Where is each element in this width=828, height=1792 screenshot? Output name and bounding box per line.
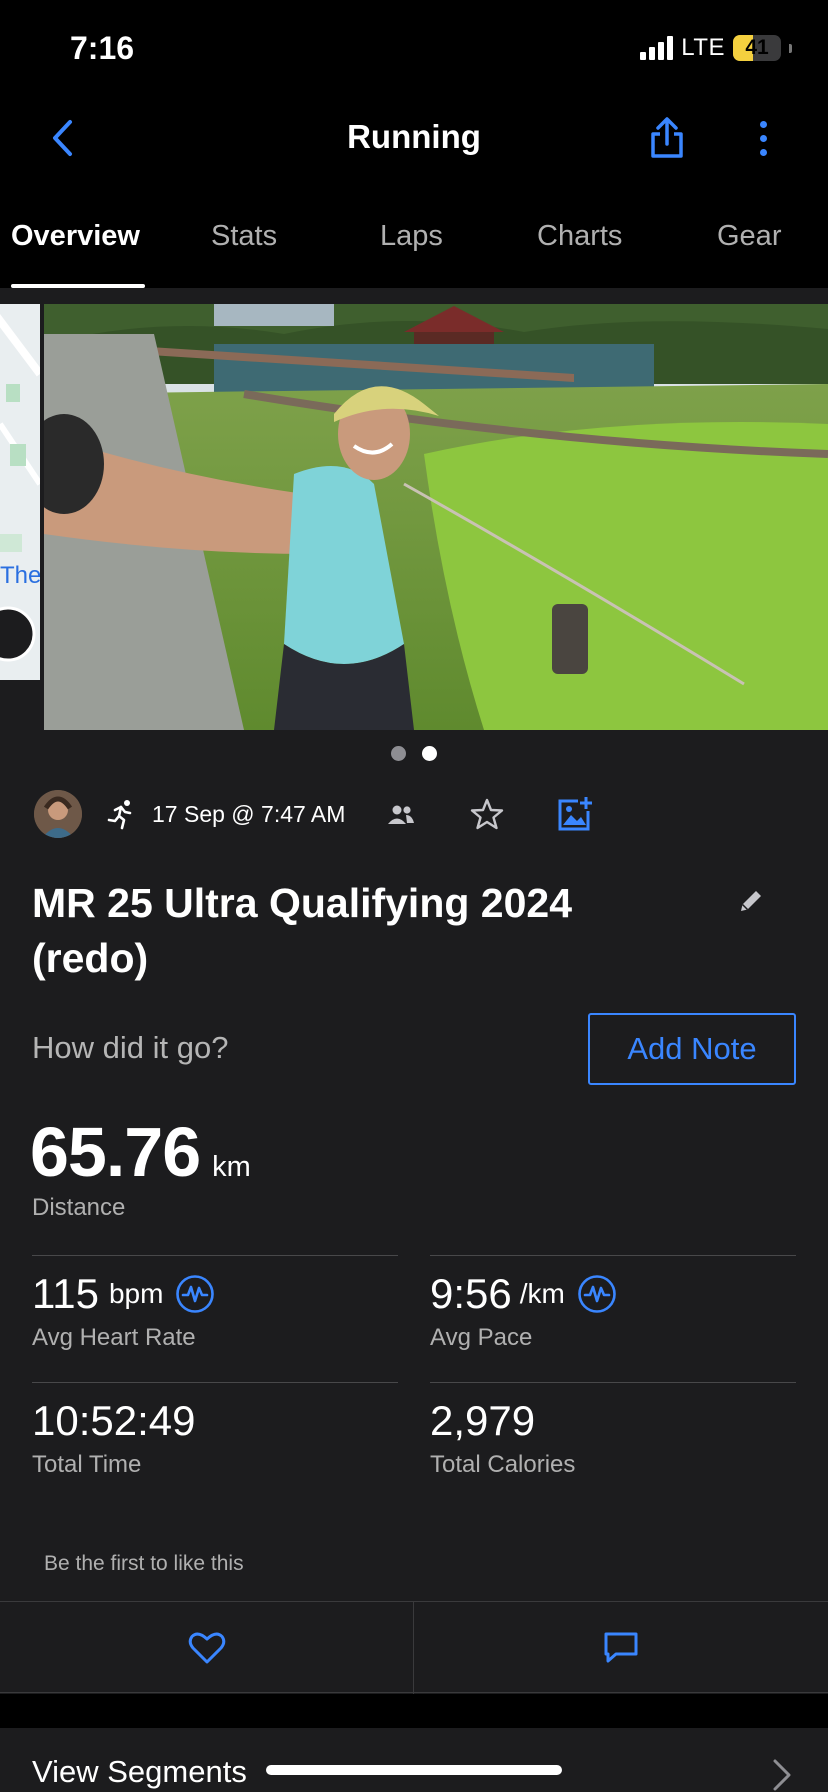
social-action-bar	[0, 1601, 828, 1694]
like-button[interactable]	[0, 1602, 413, 1694]
carousel-page-indicator	[0, 746, 828, 761]
view-segments-label: View Segments	[32, 1754, 247, 1789]
status-time: 7:16	[70, 30, 135, 66]
divider	[32, 1382, 398, 1383]
activity-photo[interactable]	[44, 304, 828, 730]
more-vertical-icon	[759, 120, 767, 128]
divider	[32, 1255, 398, 1256]
distance-stat: 65.76 km	[30, 1112, 251, 1192]
total-time-label: Total Time	[32, 1451, 142, 1478]
avatar[interactable]	[34, 790, 82, 838]
map-label: The	[0, 562, 40, 589]
activity-title: MR 25 Ultra Qualifying 2024 (redo)	[32, 880, 573, 981]
pace-zone-icon[interactable]	[577, 1274, 617, 1314]
media-carousel[interactable]: The	[0, 304, 828, 730]
status-indicators: LTE 41	[640, 34, 792, 62]
distance-label: Distance	[32, 1194, 126, 1221]
tab-charts[interactable]: Charts	[537, 220, 622, 253]
total-calories-stat: 2,979 Total Calories	[430, 1397, 575, 1479]
navigation-bar: Running	[0, 96, 828, 186]
total-time-stat: 10:52:49 Total Time	[32, 1397, 196, 1479]
pace-label: Avg Pace	[430, 1324, 533, 1351]
tab-gear[interactable]: Gear	[717, 220, 781, 253]
distance-value: 65.76	[30, 1113, 201, 1191]
battery-level: 41	[745, 36, 769, 59]
tab-overview[interactable]: Overview	[11, 220, 140, 253]
total-time-value: 10:52:49	[32, 1397, 196, 1444]
pace-unit: /km	[519, 1278, 565, 1309]
note-prompt: How did it go?	[32, 1030, 229, 1065]
avg-pace-stat: 9:56 /km Avg Pace	[430, 1270, 617, 1352]
comment-button[interactable]	[414, 1602, 828, 1694]
avg-heart-rate-stat: 115 bpm Avg Heart Rate	[32, 1270, 215, 1352]
running-icon	[107, 800, 132, 830]
star-icon[interactable]	[470, 797, 504, 831]
pace-value: 9:56	[430, 1270, 512, 1317]
heart-icon	[188, 1632, 225, 1664]
heart-rate-unit: bpm	[108, 1278, 164, 1309]
home-indicator[interactable]	[266, 1765, 562, 1775]
tab-laps[interactable]: Laps	[380, 220, 443, 253]
battery-icon: 41	[733, 35, 781, 61]
battery-tip	[789, 43, 792, 53]
chevron-right-icon	[773, 1759, 791, 1791]
signal-icon	[640, 36, 674, 60]
calories-label: Total Calories	[430, 1451, 576, 1478]
distance-unit: km	[212, 1151, 251, 1183]
section-separator	[0, 1694, 828, 1728]
divider	[430, 1382, 796, 1383]
calories-value: 2,979	[430, 1397, 536, 1444]
tab-stats[interactable]: Stats	[211, 220, 277, 253]
tab-bar: Overview Stats Laps Charts Gear	[0, 186, 828, 288]
share-button[interactable]	[643, 114, 691, 162]
divider	[430, 1255, 796, 1256]
heart-rate-label: Avg Heart Rate	[32, 1324, 196, 1351]
activity-date: 17 Sep @ 7:47 AM	[152, 801, 346, 827]
share-icon	[651, 117, 683, 158]
active-tab-indicator	[11, 284, 145, 288]
page-dot-active[interactable]	[422, 746, 437, 761]
comment-icon	[604, 1632, 638, 1663]
add-note-button[interactable]: Add Note	[588, 1013, 796, 1085]
status-bar: 7:16 LTE 41	[0, 0, 828, 96]
people-icon[interactable]	[386, 800, 416, 830]
heart-rate-value: 115	[32, 1270, 99, 1317]
add-photo-icon[interactable]	[556, 795, 594, 833]
page-dot[interactable]	[391, 746, 406, 761]
route-map-thumbnail[interactable]: The	[0, 304, 40, 680]
more-options-button[interactable]	[745, 114, 781, 162]
network-label: LTE	[681, 34, 725, 61]
page-title: Running	[347, 118, 481, 155]
edit-icon[interactable]	[736, 886, 766, 916]
heart-rate-zone-icon[interactable]	[175, 1274, 215, 1314]
activity-meta-row: 17 Sep @ 7:47 AM	[34, 788, 794, 840]
like-summary: Be the first to like this	[44, 1552, 244, 1575]
view-segments-row[interactable]: View Segments	[0, 1728, 828, 1792]
